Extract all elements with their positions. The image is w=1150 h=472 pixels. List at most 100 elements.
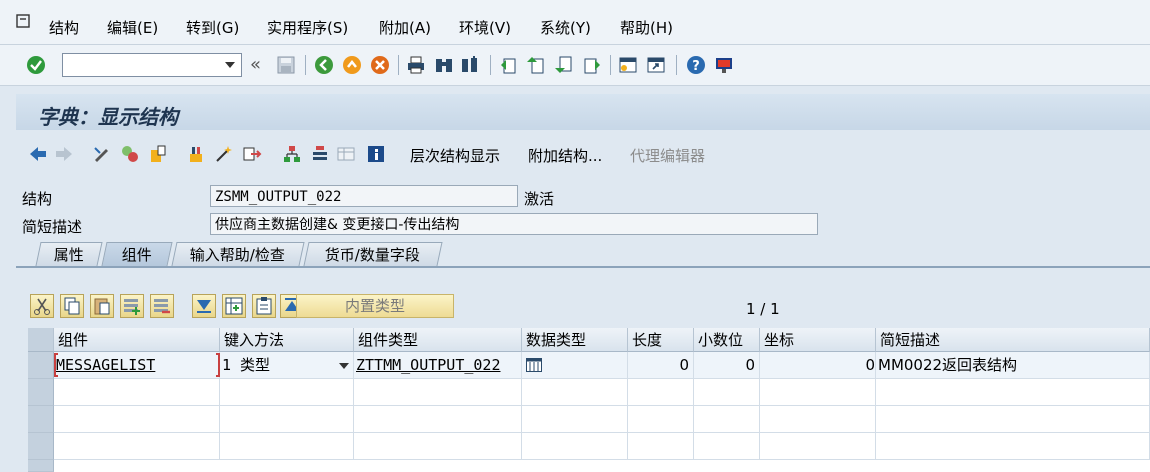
tab-currency-quantity[interactable]: 货币/数量字段	[303, 242, 443, 266]
back-arrow-icon[interactable]	[28, 144, 48, 164]
empty-cell[interactable]	[220, 406, 354, 433]
tab-attributes[interactable]: 属性	[35, 242, 103, 266]
table-row-decimals[interactable]: 0	[694, 352, 760, 379]
insert-structure-button[interactable]	[222, 294, 246, 318]
enter-check-icon[interactable]	[26, 55, 46, 75]
menu-system[interactable]: 系统(Y)	[540, 17, 591, 38]
empty-cell[interactable]	[522, 406, 628, 433]
row-selector[interactable]	[28, 460, 54, 472]
collapse-command-button[interactable]: «	[250, 54, 261, 75]
empty-cell[interactable]	[760, 433, 876, 460]
column-header-data-type[interactable]: 数据类型	[522, 328, 628, 352]
table-row-length[interactable]: 0	[628, 352, 694, 379]
table-row-component-type[interactable]: ZTTMM_OUTPUT_022	[354, 352, 522, 379]
table-row-short-description[interactable]: MM0022返回表结构	[876, 352, 1150, 379]
typing-method-dropdown-icon[interactable]	[339, 363, 349, 369]
select-all-header[interactable]	[28, 328, 54, 352]
empty-cell[interactable]	[54, 406, 220, 433]
table-row-data-type[interactable]	[522, 352, 628, 379]
paste-row-button[interactable]	[90, 294, 114, 318]
component-type-link[interactable]: ZTTMM_OUTPUT_022	[356, 356, 501, 374]
tab-components[interactable]: 组件	[101, 242, 173, 266]
row-selector[interactable]	[28, 379, 54, 406]
structure-layout-icon[interactable]	[310, 144, 330, 164]
first-page-icon[interactable]	[498, 55, 518, 75]
column-header-length[interactable]: 长度	[628, 328, 694, 352]
find-next-icon[interactable]	[460, 55, 480, 75]
column-header-decimals[interactable]: 小数位	[694, 328, 760, 352]
row-selector[interactable]	[28, 406, 54, 433]
where-used-icon[interactable]	[148, 144, 168, 164]
cancel-icon[interactable]	[370, 55, 390, 75]
table-row-component[interactable]: MESSAGELIST	[54, 352, 220, 379]
empty-cell[interactable]	[628, 379, 694, 406]
column-header-typing-method[interactable]: 键入方法	[220, 328, 354, 352]
empty-cell[interactable]	[694, 406, 760, 433]
empty-cell[interactable]	[760, 379, 876, 406]
menu-extras[interactable]: 附加(A)	[379, 17, 431, 38]
copy-row-button[interactable]	[60, 294, 84, 318]
print-icon[interactable]	[406, 55, 426, 75]
empty-cell[interactable]	[220, 433, 354, 460]
menu-goto[interactable]: 转到(G)	[186, 17, 239, 38]
column-header-component-type[interactable]: 组件类型	[354, 328, 522, 352]
empty-cell[interactable]	[628, 433, 694, 460]
empty-cell[interactable]	[876, 379, 1150, 406]
menu-window-icon[interactable]	[16, 14, 34, 30]
table-row-typing-method[interactable]: 1 类型	[220, 352, 354, 379]
customize-layout-icon[interactable]	[714, 55, 734, 75]
new-session-icon[interactable]	[618, 55, 638, 75]
row-selector[interactable]	[28, 433, 54, 460]
column-header-component[interactable]: 组件	[54, 328, 220, 352]
structure-name-field[interactable]: ZSMM_OUTPUT_022	[210, 185, 518, 207]
expand-button[interactable]	[192, 294, 216, 318]
column-header-short-description[interactable]: 简短描述	[876, 328, 1150, 352]
hierarchy-display-button[interactable]: 层次结构显示	[410, 145, 500, 166]
empty-cell[interactable]	[694, 433, 760, 460]
short-description-field[interactable]: 供应商主数据创建& 变更接口-传出结构	[210, 213, 818, 235]
menu-environment[interactable]: 环境(V)	[459, 17, 511, 38]
menu-edit[interactable]: 编辑(E)	[107, 17, 158, 38]
find-icon[interactable]	[434, 55, 454, 75]
append-structure-button[interactable]: 附加结构...	[528, 145, 602, 166]
empty-cell[interactable]	[876, 433, 1150, 460]
empty-cell[interactable]	[522, 379, 628, 406]
clipboard-button[interactable]	[252, 294, 276, 318]
last-page-icon[interactable]	[582, 55, 602, 75]
activate-icon[interactable]	[120, 144, 140, 164]
empty-cell[interactable]	[628, 406, 694, 433]
shortcut-icon[interactable]	[646, 55, 666, 75]
object-list-icon[interactable]	[186, 144, 206, 164]
insert-row-button[interactable]	[120, 294, 144, 318]
next-page-icon[interactable]	[554, 55, 574, 75]
hierarchy-icon[interactable]	[282, 144, 302, 164]
menu-structure[interactable]: 结构	[49, 17, 79, 38]
builtin-type-button[interactable]: 内置类型	[296, 294, 454, 318]
empty-cell[interactable]	[54, 433, 220, 460]
exit-icon[interactable]	[342, 55, 362, 75]
command-field[interactable]	[62, 53, 242, 77]
empty-cell[interactable]	[354, 406, 522, 433]
back-icon[interactable]	[314, 55, 334, 75]
empty-cell[interactable]	[694, 379, 760, 406]
forward-arrow-icon[interactable]	[54, 144, 74, 164]
row-selector[interactable]	[28, 352, 54, 379]
empty-cell[interactable]	[760, 406, 876, 433]
empty-cell[interactable]	[54, 379, 220, 406]
empty-cell[interactable]	[220, 379, 354, 406]
previous-page-icon[interactable]	[526, 55, 546, 75]
menu-utilities[interactable]: 实用程序(S)	[267, 17, 348, 38]
save-icon[interactable]	[276, 55, 296, 75]
table-row-coordinate[interactable]: 0	[760, 352, 876, 379]
column-header-coordinate[interactable]: 坐标	[760, 328, 876, 352]
tab-input-help-check[interactable]: 输入帮助/检查	[171, 242, 305, 266]
empty-cell[interactable]	[354, 379, 522, 406]
wizard-icon[interactable]	[214, 144, 234, 164]
menu-help[interactable]: 帮助(H)	[620, 17, 673, 38]
command-dropdown-icon[interactable]	[225, 62, 235, 68]
info-icon[interactable]	[366, 144, 386, 164]
empty-cell[interactable]	[354, 433, 522, 460]
empty-cell[interactable]	[876, 406, 1150, 433]
table-view-icon[interactable]	[336, 144, 356, 164]
component-name-link[interactable]: MESSAGELIST	[56, 356, 155, 374]
